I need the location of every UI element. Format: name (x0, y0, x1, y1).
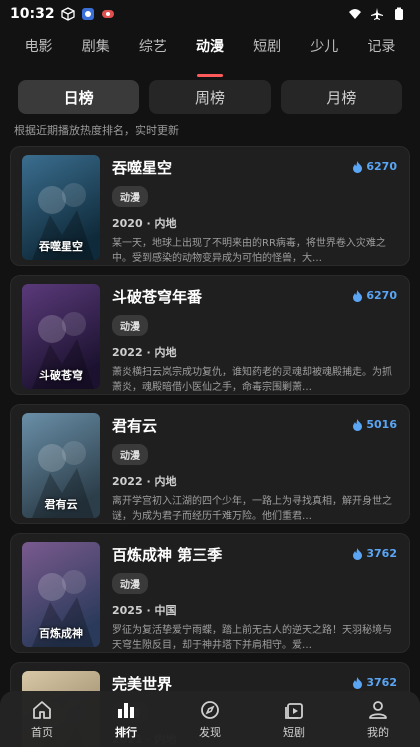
nav-item[interactable]: 短剧 (264, 699, 324, 740)
tab-category[interactable]: 记录 (367, 36, 395, 68)
flame-icon (353, 160, 363, 173)
cast-icon (101, 10, 114, 18)
user-icon (369, 700, 387, 719)
status-time: 10:32 (10, 6, 55, 22)
hot-value: 3762 (366, 676, 397, 689)
status-bar: 10:32 (0, 0, 420, 28)
hot-score: 3762 (352, 676, 397, 689)
tab-category[interactable]: 动漫 (196, 36, 224, 68)
nav-item[interactable]: 发现 (180, 699, 240, 740)
category-tabs: 电影 剧集 综艺 动漫 短剧 少儿 记录 (0, 28, 420, 68)
genre-tag: 动漫 (112, 573, 148, 594)
hot-value: 6270 (366, 289, 397, 302)
tab-category[interactable]: 少儿 (310, 36, 338, 68)
nav-label: 短剧 (283, 725, 305, 739)
wifi-icon (349, 9, 361, 19)
poster-title: 君有云 (44, 498, 78, 511)
play-video-icon (285, 702, 303, 719)
tab-category[interactable]: 短剧 (253, 36, 281, 68)
genre-tag: 动漫 (112, 315, 148, 336)
tab-category[interactable]: 综艺 (139, 36, 167, 68)
item-description: 某一天，地球上出现了不明来由的RR病毒，将世界卷入灾难之中。受到感染的动物变异成… (112, 238, 386, 264)
period-button[interactable]: 日榜 (18, 80, 140, 114)
flame-icon (353, 418, 363, 431)
poster-image: 君有云 (22, 413, 100, 518)
battery-icon (395, 7, 403, 20)
genre-tag: 动漫 (112, 186, 148, 207)
item-description: 离开学宫初入江湖的四个少年，一路上为寻找真相，解开身世之谜，为成为君子而经历千难… (112, 496, 392, 522)
item-meta: 2022 · 内地 (112, 346, 177, 359)
hot-score: 6270 (352, 160, 397, 173)
poster-title: 吞噬星空 (39, 240, 83, 253)
bottom-nav: 首页 排行 发现 短剧 我的 (0, 691, 420, 747)
period-button[interactable]: 周榜 (149, 80, 271, 114)
nav-label: 发现 (199, 725, 221, 739)
ranking-card[interactable]: 君有云 君有云 动漫 2022 · 内地 离开学宫初入江湖的四个少年，一路上为寻找真相，… (10, 404, 410, 524)
chart-icon (118, 702, 134, 718)
ranking-card[interactable]: 吞噬星空 吞噬星空 动漫 2020 · 内地 某一天，地球上出现了不明来由的RR病毒，将… (10, 146, 410, 266)
nav-item[interactable]: 我的 (348, 699, 408, 740)
hot-value: 6270 (366, 160, 397, 173)
hot-value: 5016 (366, 418, 397, 431)
tab-category[interactable]: 剧集 (82, 36, 110, 68)
nav-label: 首页 (31, 725, 53, 739)
flame-icon (353, 676, 363, 689)
hot-score: 6270 (352, 289, 397, 302)
app-notification-icon (81, 8, 94, 20)
item-description: 罗征为复活挚爱宁雨蝶，踏上前无古人的逆天之路！天羽秘境与天穹生隙反目，却于神井塔… (112, 625, 392, 651)
genre-tag: 动漫 (112, 444, 148, 465)
nav-item[interactable]: 排行 (96, 699, 156, 740)
period-button[interactable]: 月榜 (280, 80, 402, 114)
ranking-card[interactable]: 斗破苍穹 斗破苍穹年番 动漫 2022 · 内地 萧炎横扫云岚宗成功复仇，谁知药老的灵魂… (10, 275, 410, 395)
poster-image: 吞噬星空 (22, 155, 100, 260)
poster-image: 斗破苍穹 (22, 284, 100, 389)
ranking-card[interactable]: 百炼成神 百炼成神 第三季 动漫 2025 · 中国 罗征为复活挚爱宁雨蝶，踏上前无古人… (10, 533, 410, 653)
nav-label: 我的 (367, 725, 389, 739)
compass-icon (201, 700, 219, 719)
hot-value: 3762 (366, 547, 397, 560)
item-meta: 2022 · 内地 (112, 475, 177, 488)
item-meta: 2025 · 中国 (112, 604, 177, 617)
tab-category[interactable]: 电影 (25, 36, 53, 68)
poster-title: 斗破苍穹 (39, 369, 83, 382)
item-meta: 2020 · 内地 (112, 217, 177, 230)
poster-image: 百炼成神 (22, 542, 100, 647)
flame-icon (353, 547, 363, 560)
poster-title: 百炼成神 (39, 627, 83, 640)
ranking-hint: 根据近期播放热度排名，实时更新 (14, 124, 179, 137)
home-icon (33, 700, 51, 719)
hot-score: 5016 (352, 418, 397, 431)
hot-score: 3762 (352, 547, 397, 560)
airplane-icon (371, 8, 383, 20)
ranking-list: 吞噬星空 吞噬星空 动漫 2020 · 内地 某一天，地球上出现了不明来由的RR病毒，将… (0, 146, 420, 747)
flame-icon (353, 289, 363, 302)
item-description: 萧炎横扫云岚宗成功复仇，谁知药老的灵魂却被魂殿捕走。为抓萧炎，魂殿暗借小医仙之手… (112, 367, 392, 393)
nav-item[interactable]: 首页 (12, 699, 72, 740)
nav-label: 排行 (115, 725, 137, 739)
box-icon (60, 7, 75, 21)
